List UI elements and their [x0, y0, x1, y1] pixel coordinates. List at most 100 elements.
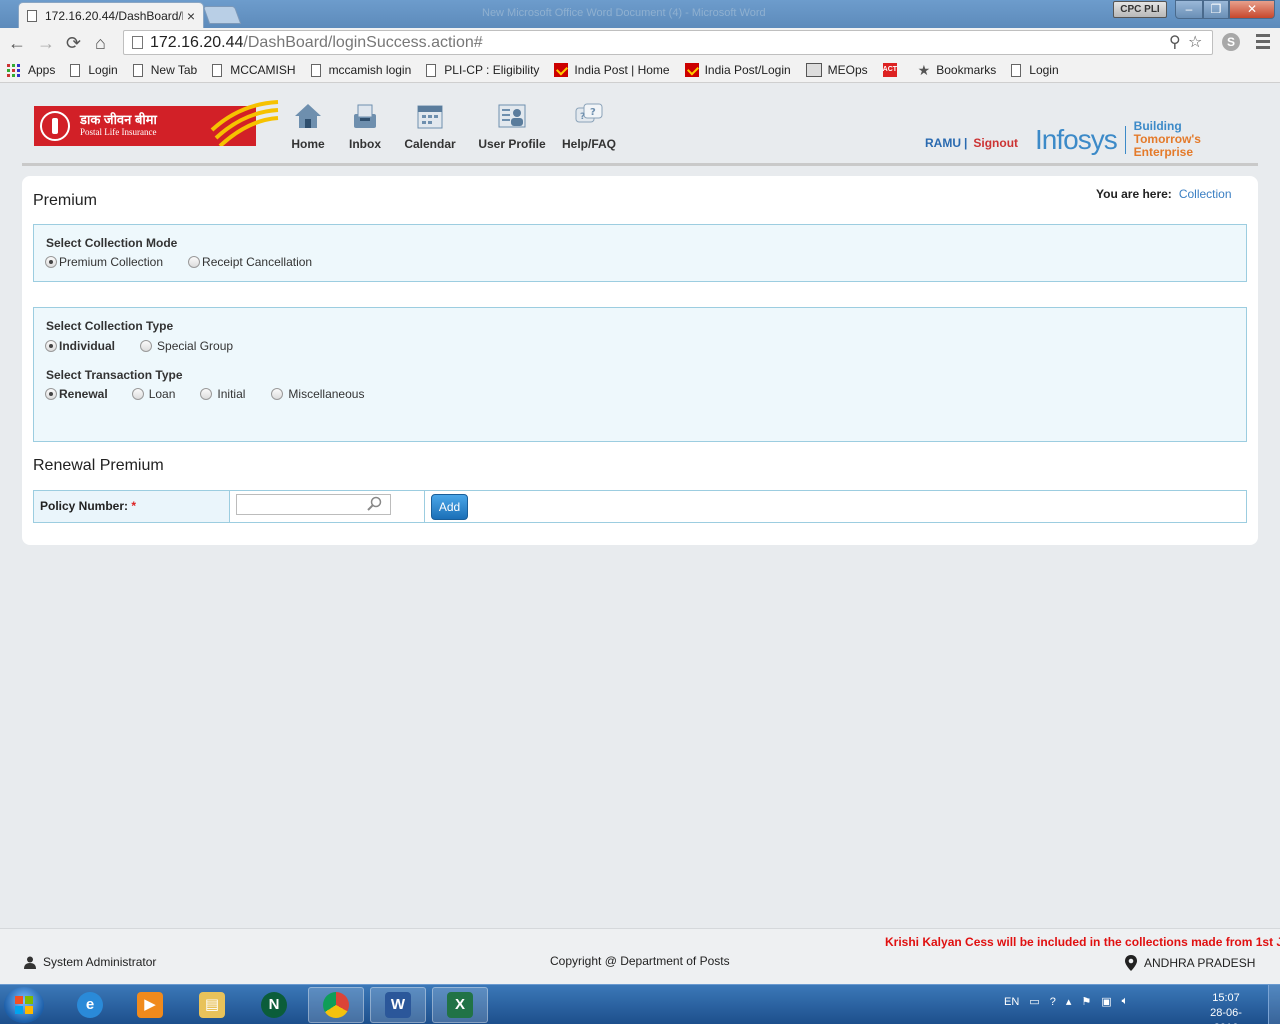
logo-english: Postal Life Insurance [80, 127, 157, 137]
close-button[interactable]: ✕ [1229, 0, 1275, 19]
language-indicator[interactable]: EN [1004, 996, 1019, 1008]
start-button[interactable] [4, 987, 44, 1023]
help-icon: ? ? [575, 103, 603, 123]
infosys-logo: Infosys Building Tomorrow's Enterprise [1035, 120, 1258, 159]
nav-home[interactable]: Home [284, 102, 332, 151]
collection-mode-label: Select Collection Mode [46, 236, 178, 250]
nav-user-profile[interactable]: User Profile [472, 102, 552, 151]
radio-dot [45, 340, 57, 352]
show-desktop-button[interactable] [1268, 985, 1280, 1024]
radio-miscellaneous[interactable]: Miscellaneous [271, 387, 364, 401]
page-icon [426, 63, 437, 77]
excel-icon: X [447, 992, 473, 1018]
taskbar-internet-explorer[interactable]: e [62, 987, 118, 1023]
tab-close-icon[interactable]: × [187, 8, 195, 24]
footer-user: System Administrator [24, 955, 156, 969]
breadcrumb-collection-link[interactable]: Collection [1179, 187, 1232, 201]
meops-icon [805, 63, 822, 77]
volume-icon[interactable]: 🔈︎ [1122, 995, 1129, 1008]
minimize-button[interactable]: – [1175, 0, 1203, 19]
radio-renewal[interactable]: Renewal [45, 387, 108, 401]
skype-extension-icon[interactable]: S [1222, 33, 1240, 51]
act-icon: ACT [882, 63, 897, 77]
india-post-icon [684, 63, 699, 77]
user-name[interactable]: RAMU [925, 136, 961, 150]
home-icon[interactable]: ⌂ [95, 32, 106, 54]
bookmark-login[interactable]: Login [70, 63, 118, 77]
bookmark-mccamish-login[interactable]: mccamish login [310, 63, 411, 77]
radio-individual[interactable]: Individual [45, 339, 115, 353]
transaction-type-options: Renewal Loan Initial Miscellaneous [45, 387, 364, 401]
bookmark-pli-eligibility[interactable]: PLI-CP : Eligibility [426, 63, 539, 77]
radio-dot [131, 388, 144, 400]
notice-marquee: Krishi Kalyan Cess will be included in t… [885, 935, 1280, 949]
radio-dot [45, 256, 57, 268]
collection-mode-options: Premium Collection Receipt Cancellation [45, 255, 312, 269]
taskbar-word[interactable]: W [370, 987, 426, 1023]
bookmark-apps[interactable]: Apps [7, 63, 55, 77]
bookmark-folder-bookmarks[interactable]: ★ Bookmarks [918, 62, 997, 79]
main-nav: Home Inbox Calendar User Profile ? ? Hel… [284, 102, 622, 151]
user-icon [24, 956, 36, 969]
back-arrow-icon[interactable]: ← [8, 32, 26, 54]
nav-calendar[interactable]: Calendar [398, 102, 462, 151]
address-bar[interactable]: 172.16.20.44/DashBoard/loginSuccess.acti… [123, 30, 1213, 55]
taskbar-excel[interactable]: X [432, 987, 488, 1023]
network-icon[interactable]: ▣ [1101, 995, 1111, 1008]
home-icon [295, 104, 321, 128]
help-tray-icon[interactable]: ? [1050, 996, 1056, 1008]
radio-receipt-cancellation[interactable]: Receipt Cancellation [188, 255, 312, 269]
forward-arrow-icon[interactable]: → [37, 32, 55, 54]
svg-text:?: ? [590, 107, 596, 118]
radio-initial[interactable]: Initial [200, 387, 245, 401]
page-title: Premium [33, 192, 98, 209]
add-button[interactable]: Add [431, 494, 468, 520]
bookmark-new-tab[interactable]: New Tab [132, 63, 197, 77]
bookmark-act[interactable]: ACT [882, 63, 903, 77]
clock-time: 15:07 [1212, 992, 1240, 1004]
required-mark: * [131, 499, 137, 513]
bookmark-meops[interactable]: MEOps [805, 63, 868, 77]
signout-link[interactable]: Signout [973, 136, 1018, 150]
user-area: RAMU | Signout [925, 136, 1019, 150]
nav-inbox[interactable]: Inbox [334, 102, 396, 151]
section-title: Renewal Premium [33, 457, 164, 474]
radio-premium-collection[interactable]: Premium Collection [45, 255, 163, 269]
bookmark-mccamish[interactable]: MCCAMISH [212, 63, 296, 77]
radio-loan[interactable]: Loan [131, 387, 175, 401]
taskbar-file-explorer[interactable]: ▤ [184, 987, 240, 1023]
taskbar-media-player[interactable]: ▶ [122, 987, 178, 1023]
location-pin-icon [1125, 955, 1137, 971]
breadcrumb: You are here: Collection [1096, 187, 1232, 201]
bookmark-india-post-home[interactable]: India Post | Home [554, 63, 670, 77]
policy-number-row: Policy Number: * Add [33, 490, 1247, 523]
browser-tab[interactable]: 172.16.20.44/DashBoard/l × [18, 2, 204, 28]
taskbar-chrome[interactable] [308, 987, 364, 1023]
radio-dot [140, 340, 153, 352]
brand-tag-2: Tomorrow's Enterprise [1133, 132, 1201, 159]
radio-special-group[interactable]: Special Group [140, 339, 233, 353]
flag-tray-icon[interactable]: ⚑ [1081, 995, 1091, 1008]
chrome-menu-icon[interactable] [1256, 34, 1270, 52]
collection-type-box: Select Collection Type Individual Specia… [33, 307, 1247, 442]
bookmark-star-icon[interactable]: ☆ [1188, 31, 1202, 54]
media-player-icon: ▶ [137, 992, 163, 1018]
new-tab-button[interactable] [202, 6, 242, 24]
zoom-icon[interactable]: ⚲ [1169, 31, 1181, 54]
reload-icon[interactable]: ⟳ [66, 32, 81, 54]
url-host: 172.16.20.44 [150, 34, 244, 51]
bookmark-login-2[interactable]: Login [1011, 63, 1059, 77]
taskbar-netscape[interactable]: N [246, 987, 302, 1023]
netscape-icon: N [261, 992, 287, 1018]
emblem-icon [40, 111, 70, 141]
window-titlebar: 172.16.20.44/DashBoard/l × New Microsoft… [0, 0, 1280, 28]
tab-title: 172.16.20.44/DashBoard/l [45, 8, 183, 23]
taskbar-clock[interactable]: 15:07 28-06-2016 [1198, 991, 1254, 1024]
page-icon [132, 63, 143, 77]
maximize-button[interactable]: ❐ [1203, 0, 1229, 19]
tray-arrow-icon[interactable]: ▴ [1066, 995, 1072, 1008]
search-icon[interactable] [366, 496, 382, 512]
keyboard-icon[interactable]: ▭ [1029, 995, 1039, 1008]
nav-help-faq[interactable]: ? ? Help/FAQ [556, 102, 622, 151]
bookmark-india-post-login[interactable]: India Post/Login [684, 63, 791, 77]
